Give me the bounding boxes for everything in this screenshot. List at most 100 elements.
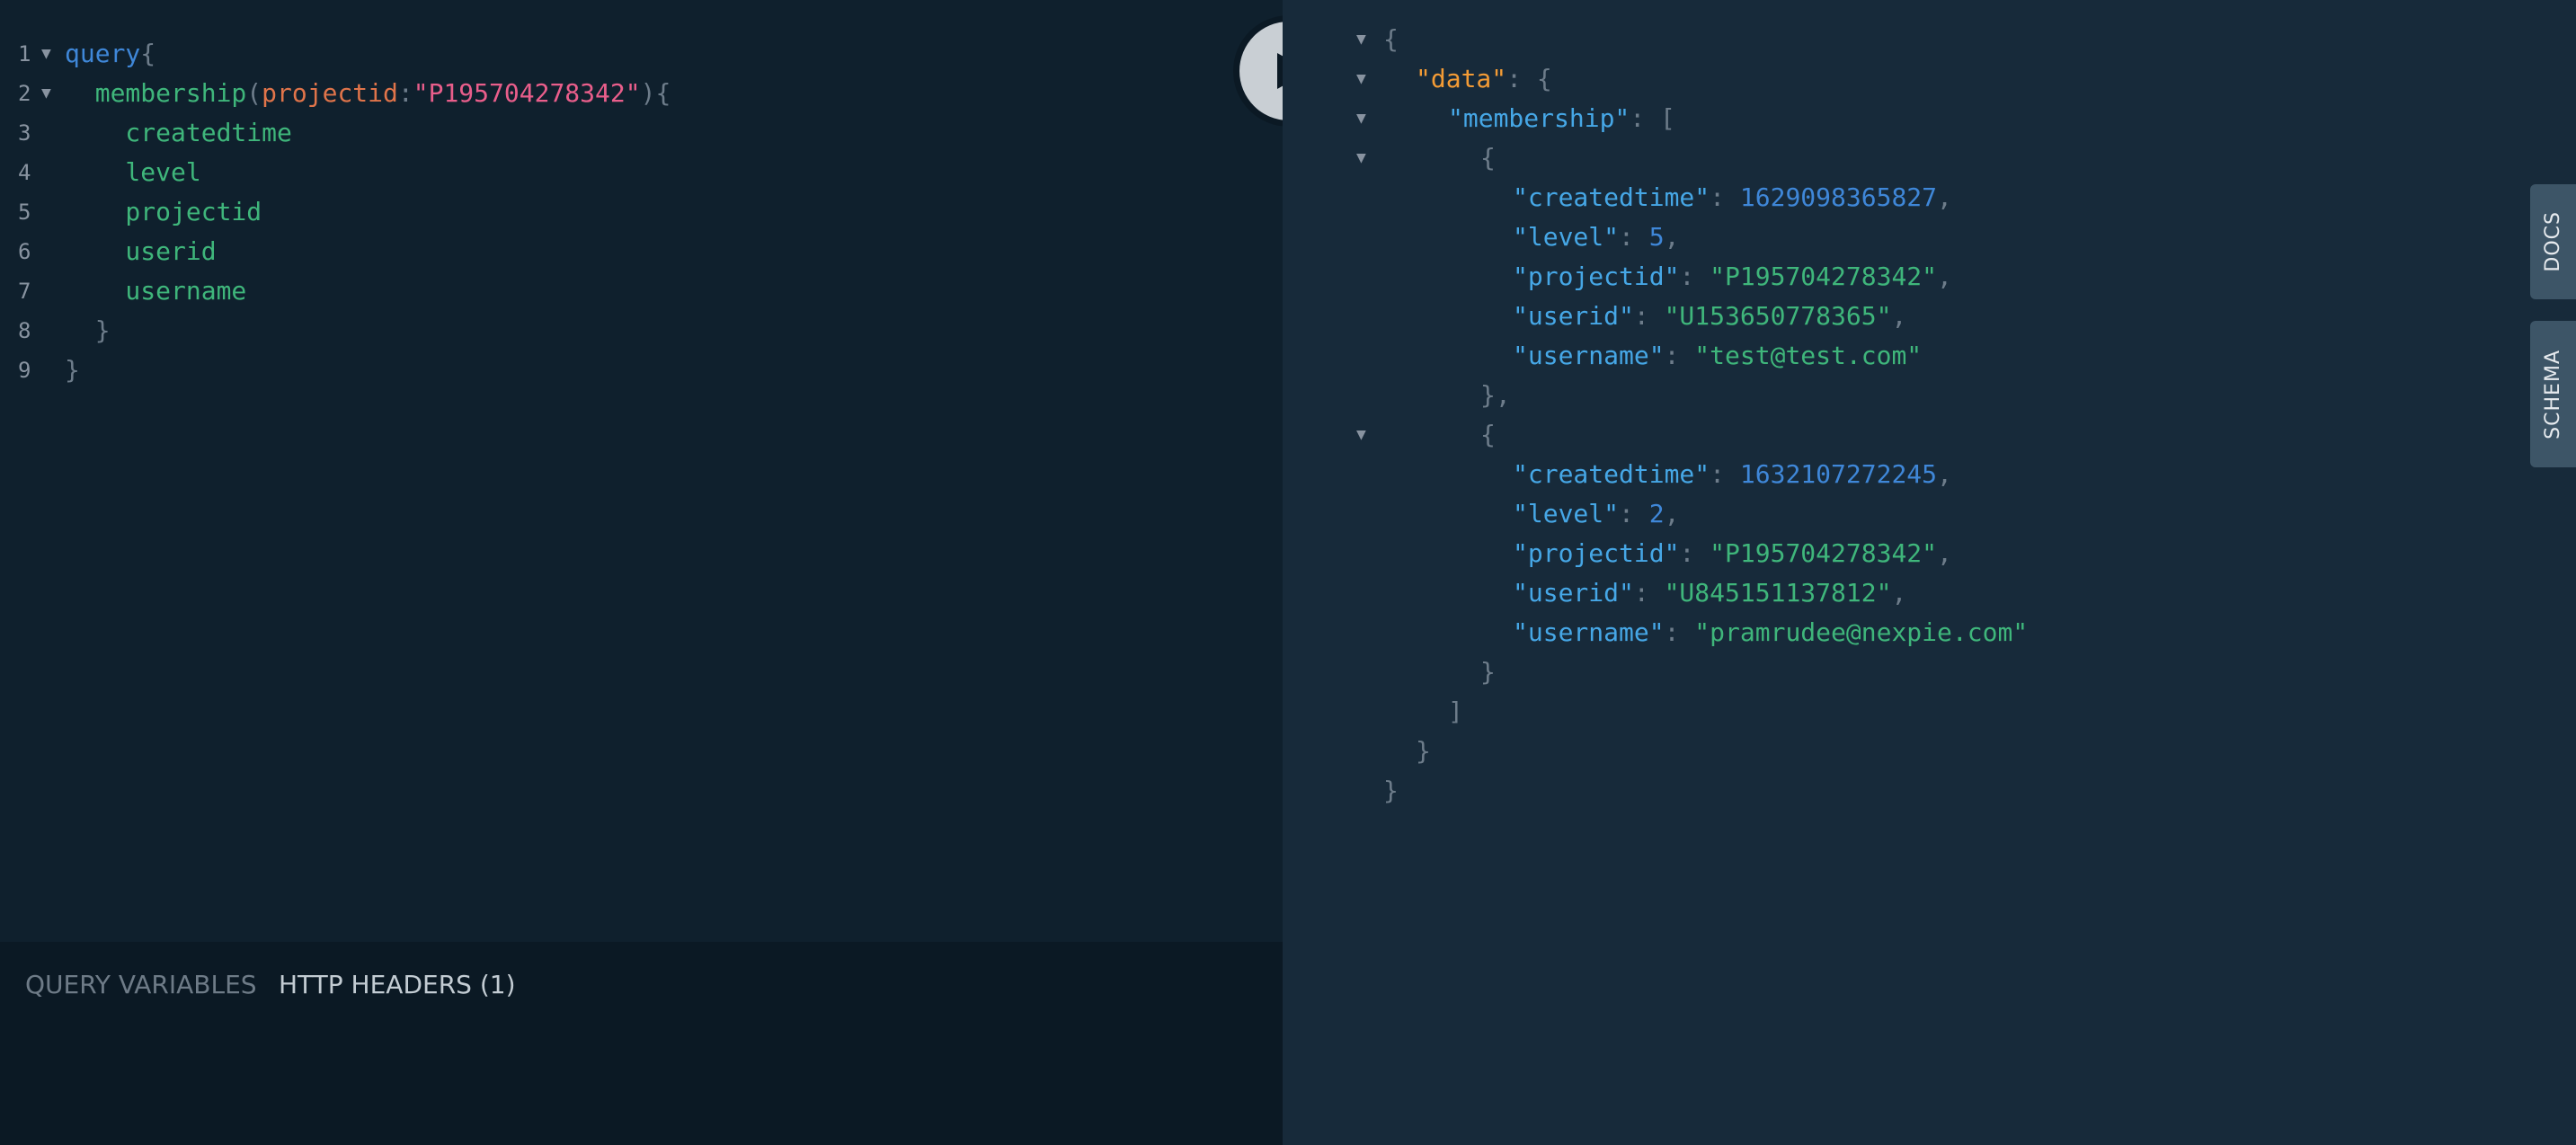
code-token: 2 bbox=[1648, 499, 1665, 528]
code-token: : bbox=[1633, 301, 1665, 331]
code-token: "P195704278342" bbox=[413, 78, 641, 108]
result-code: { bbox=[1383, 20, 1399, 59]
docs-tab-label: DOCS bbox=[2542, 211, 2564, 272]
code-token: 1629098365827 bbox=[1739, 182, 1938, 212]
editor-code: createdtime bbox=[65, 113, 291, 153]
result-code: "username": "pramrudee@nexpie.com" bbox=[1513, 613, 2028, 652]
code-token: "projectid" bbox=[1513, 538, 1680, 568]
headers-editor[interactable]: 1 {"Authorization":"Bearer eyJhbGciOiJFU… bbox=[0, 1050, 1283, 1089]
result-code: ] bbox=[1448, 692, 1463, 732]
code-token: "userid" bbox=[1513, 578, 1634, 608]
code-token: } bbox=[65, 355, 80, 385]
code-token: projectid bbox=[262, 78, 398, 108]
http-headers-tab[interactable]: HTTP HEADERS (1) bbox=[279, 967, 516, 1003]
query-editor[interactable]: 1 ▼ query{2 ▼ membership(projectid:"P195704… bbox=[0, 0, 1283, 942]
result-code: } bbox=[1383, 771, 1399, 811]
code-token: "P195704278342" bbox=[1710, 538, 1938, 568]
code-token: "pramrudee@nexpie.com" bbox=[1694, 617, 2029, 647]
code-token: : bbox=[397, 78, 413, 108]
editor-code: projectid bbox=[65, 192, 262, 232]
result-code: }, bbox=[1480, 376, 1511, 415]
code-token: : bbox=[1679, 262, 1710, 291]
result-code: "level": 2, bbox=[1513, 494, 1679, 534]
code-token: "data" bbox=[1416, 64, 1507, 93]
code-token: : bbox=[1619, 222, 1649, 252]
code-token: , bbox=[1937, 262, 1952, 291]
code-token: { bbox=[140, 39, 156, 68]
code-token: , bbox=[1891, 301, 1907, 331]
code-token: userid bbox=[65, 236, 217, 266]
editor-code: } bbox=[65, 311, 111, 351]
triangle-down-icon[interactable]: ▼ bbox=[41, 34, 51, 74]
triangle-down-icon[interactable]: ▼ bbox=[1356, 415, 1366, 455]
code-token: "P195704278342" bbox=[1710, 262, 1938, 291]
result-code: "data": { bbox=[1416, 59, 1552, 99]
code-token: } bbox=[1416, 736, 1431, 766]
code-token: "level" bbox=[1513, 499, 1620, 528]
code-token: : bbox=[1664, 341, 1695, 370]
code-token: } bbox=[1383, 776, 1399, 805]
code-token: } bbox=[1480, 657, 1496, 687]
docs-tab[interactable]: DOCS bbox=[2530, 184, 2576, 299]
code-token: projectid bbox=[65, 197, 262, 226]
editor-code: username bbox=[65, 271, 246, 311]
result-code: "userid": "U845151137812", bbox=[1513, 573, 1906, 613]
code-token: "U153650778365" bbox=[1664, 301, 1892, 331]
result-code: "userid": "U153650778365", bbox=[1513, 297, 1906, 336]
code-token: : bbox=[1710, 459, 1740, 489]
code-token: } bbox=[65, 315, 111, 345]
code-token: query bbox=[65, 39, 141, 68]
code-token: "projectid" bbox=[1513, 262, 1680, 291]
code-token: "username" bbox=[1513, 341, 1665, 370]
code-token: { bbox=[1383, 24, 1399, 54]
code-token: ( bbox=[246, 78, 262, 108]
result-code: { bbox=[1480, 415, 1496, 455]
result-code: "membership": [ bbox=[1448, 99, 1675, 138]
code-token: , bbox=[1664, 222, 1680, 252]
code-token: { bbox=[1480, 420, 1496, 449]
query-variables-tab[interactable]: QUERY VARIABLES bbox=[25, 967, 257, 1003]
schema-tab-label: SCHEMA bbox=[2542, 349, 2564, 439]
editor-code: userid bbox=[65, 232, 217, 271]
result-code: "projectid": "P195704278342", bbox=[1513, 257, 1952, 297]
code-token: "U845151137812" bbox=[1664, 578, 1892, 608]
line-number: 9 bbox=[18, 358, 31, 383]
line-number: 7 bbox=[18, 279, 31, 304]
code-token: "userid" bbox=[1513, 301, 1634, 331]
line-number: 6 bbox=[18, 239, 31, 264]
code-token: membership bbox=[65, 78, 247, 108]
editor-code: membership(projectid:"P195704278342"){ bbox=[65, 74, 671, 113]
code-token: "createdtime" bbox=[1513, 459, 1710, 489]
result-code: } bbox=[1416, 732, 1431, 771]
triangle-down-icon[interactable]: ▼ bbox=[1356, 20, 1366, 59]
code-token: 5 bbox=[1648, 222, 1665, 252]
code-token: ] bbox=[1448, 697, 1463, 726]
schema-tab[interactable]: SCHEMA bbox=[2530, 321, 2576, 467]
code-token: : [ bbox=[1630, 103, 1675, 133]
code-token: ){ bbox=[640, 78, 671, 108]
result-code: "level": 5, bbox=[1513, 217, 1679, 257]
code-token: : bbox=[1664, 617, 1695, 647]
code-token: , bbox=[1937, 182, 1952, 212]
code-token: level bbox=[65, 157, 201, 187]
code-token: "test@test.com" bbox=[1694, 341, 1923, 370]
triangle-down-icon[interactable]: ▼ bbox=[1356, 99, 1366, 138]
code-token: : bbox=[1679, 538, 1710, 568]
code-token: : bbox=[1619, 499, 1649, 528]
result-code: "createdtime": 1629098365827, bbox=[1513, 178, 1952, 217]
result-code: "createdtime": 1632107272245, bbox=[1513, 455, 1952, 494]
code-token: , bbox=[1937, 459, 1952, 489]
triangle-down-icon[interactable]: ▼ bbox=[1356, 59, 1366, 99]
code-token: "level" bbox=[1513, 222, 1620, 252]
line-number: 8 bbox=[18, 318, 31, 343]
line-number: 3 bbox=[18, 120, 31, 146]
code-token: : bbox=[1710, 182, 1740, 212]
result-code: } bbox=[1480, 652, 1496, 692]
code-token: { bbox=[1480, 143, 1496, 173]
line-number: 5 bbox=[18, 200, 31, 225]
result-code: { bbox=[1480, 138, 1496, 178]
result-code: "username": "test@test.com" bbox=[1513, 336, 1922, 376]
triangle-down-icon[interactable]: ▼ bbox=[41, 74, 51, 113]
code-token: }, bbox=[1480, 380, 1511, 410]
triangle-down-icon[interactable]: ▼ bbox=[1356, 138, 1366, 178]
